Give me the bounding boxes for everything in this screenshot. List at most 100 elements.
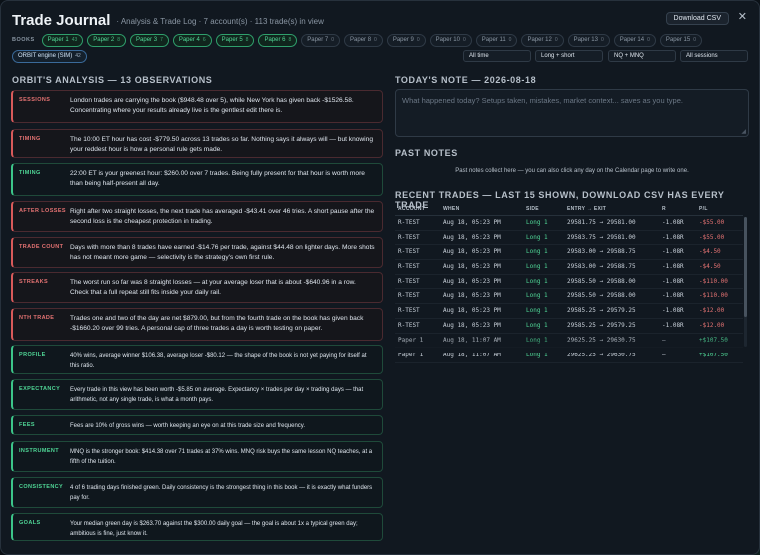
cell-entry-exit: 29585.25 → 29579.25 [567,321,636,329]
cell-when: Aug 18, 05:23 PM [443,219,501,226]
analysis-card: TRADE COUNT Days with more than 8 trades … [11,237,383,268]
analysis-heading: ORBIT'S ANALYSIS — 13 OBSERVATIONS [12,75,213,85]
analysis-card-text: Every trade in this view has been worth … [70,387,364,403]
book-pill-count: 0 [462,36,466,43]
analysis-card: PROFILE 40% wins, average winner $106.38,… [11,345,383,374]
scrollbar-thumb[interactable] [744,217,747,317]
book-pill-count: 0 [508,36,512,43]
table-row: R-TEST Aug 18, 05:23 PM Long 1 29581.75 → 2… [395,216,743,231]
cell-r: -1.08R [662,233,684,241]
book-pill-label: Paper 4 [178,36,200,43]
analysis-card-text: 40% wins, average winner $106.38, averag… [70,353,367,369]
analysis-card-text: Fees are 10% of gross wins — worth keepi… [70,423,306,429]
cell-side: Long 1 [526,248,548,256]
book-pill-1[interactable]: Paper 1 43 [41,33,84,47]
past-notes-empty-text: Past notes collect here — you can also c… [455,168,689,174]
analysis-card-label: GOALS [19,520,41,526]
book-pill-13[interactable]: Paper 13 0 [567,33,610,47]
analysis-card: AFTER LOSSES Right after two straight los… [11,201,383,232]
cell-entry-exit: 29583.75 → 29581.00 [567,233,636,241]
book-pill-list: Paper 1 43 Paper 2 8 Paper 3 7 Paper 4 6 Paper 5… [41,33,703,47]
column-header: SIDE [526,206,539,212]
page-title: Trade Journal [12,11,111,29]
past-notes-heading: PAST NOTES [395,148,458,158]
cell-when: Aug 18, 05:23 PM [443,321,501,329]
cell-account: R-TEST [398,321,420,329]
book-pill-10[interactable]: Paper 10 0 [429,33,472,47]
cell-pl: -$55.00 [699,219,725,226]
analysis-card-text: Your median green day is $263.70 against… [70,521,358,537]
analysis-card-label: INSTRUMENT [19,448,60,454]
book-pill-label: Paper 3 [136,36,158,43]
column-header: R [662,206,666,212]
book-pill-count: 0 [600,36,604,43]
analysis-card: NTH TRADE Trades one and two of the day a… [11,308,383,341]
table-header-row: ACCOUNT WHEN SIDE ENTRY → EXIT R P/L [395,204,743,216]
column-header: ACCOUNT [398,206,426,212]
book-pill-2[interactable]: Paper 28 [87,33,127,47]
instrument-filter-select[interactable]: NQ + MNQ [608,50,676,62]
book-pill-3[interactable]: Paper 37 [130,33,169,47]
cell-when: Aug 18, 05:23 PM [443,307,501,315]
table-row: R-TEST Aug 18, 05:23 PM Long 1 29585.50 → 2… [395,275,743,290]
cell-pl: -$4.50 [699,263,721,271]
table-row: R-TEST Aug 18, 05:23 PM Long 1 29583.00 → 2… [395,245,743,261]
analysis-card-text: 4 of 6 trading days finished green. Dail… [70,485,373,501]
cell-pl: -$55.00 [699,233,725,241]
session-filter-select[interactable]: All sessions [680,50,748,62]
analysis-card-text: MNQ is the stronger book: $414.38 over 7… [70,449,373,465]
book-pill-count: 0 [554,36,558,43]
close-icon[interactable]: ✕ [738,10,747,23]
book-pill-5[interactable]: Paper 58 [215,33,255,47]
table-scrollbar[interactable] [744,217,747,347]
analysis-card-label: EXPECTANCY [19,386,61,392]
book-pill-11[interactable]: Paper 11 0 [475,33,518,47]
trade-journal-modal: Trade Journal · Analysis & Trade Log · 7… [0,0,760,555]
analysis-card: SESSIONS London trades are carrying the b… [11,90,383,123]
download-csv-button[interactable]: Download CSV [665,12,729,25]
analysis-card: STREAKS The worst run so far was 8 straig… [11,272,383,303]
book-pill-count: 43 [71,36,78,43]
book-pill-count: 7 [160,36,163,43]
analysis-card-text: Right after two straight losses, the nex… [70,208,375,225]
cell-when: Aug 18, 05:23 PM [443,248,501,256]
table-row: R-TEST Aug 18, 05:23 PM Long 1 29583.00 → 2… [395,260,743,275]
cell-entry-exit: 29583.00 → 29588.75 [567,263,636,271]
side-filter-select[interactable]: Long + short [535,50,603,62]
book-pill-7[interactable]: Paper 70 [301,33,341,47]
book-pill-9[interactable]: Paper 90 [386,33,426,47]
analysis-card-label: CONSISTENCY [19,484,64,490]
column-header: P/L [699,206,708,212]
book-pill-label: Paper 7 [307,36,329,43]
todays-note-textarea[interactable]: What happened today? Setups taken, mista… [395,89,749,137]
table-row: R-TEST Aug 18, 05:23 PM Long 1 29585.25 → 2… [395,319,743,334]
book-pill-8[interactable]: Paper 80 [344,33,383,47]
book-pill-count: 0 [693,36,697,43]
note-placeholder: What happened today? Setups taken, mista… [402,96,683,105]
engine-book-pill[interactable]: ORBIT engine (SIM) 42 [12,50,87,63]
book-pill-4[interactable]: Paper 46 [172,33,212,47]
book-pill-14[interactable]: Paper 14 0 [613,33,656,47]
book-pill-count: 8 [117,36,121,43]
analysis-card-text: The 10:00 ET hour has cost -$779.50 acro… [70,136,373,153]
cell-r: -1.08R [662,307,684,315]
books-label: BOOKS [12,37,35,43]
book-pill-label: Paper 5 [221,36,243,43]
book-pill-12[interactable]: Paper 12 0 [521,33,564,47]
analysis-card: CONSISTENCY 4 of 6 trading days finished … [11,477,383,508]
analysis-card: EXPECTANCY Every trade in this view has b… [11,379,383,410]
analysis-card: FEES Fees are 10% of gross wins — worth k… [11,415,383,435]
engine-book-label: ORBIT engine (SIM) [18,53,73,59]
book-pill-count: 8 [245,36,249,43]
cell-side: Long 1 [526,277,548,285]
book-pill-label: Paper 8 [350,36,372,43]
cell-account: R-TEST [398,248,420,256]
book-pill-6[interactable]: Paper 68 [258,33,298,47]
cell-pl: -$4.50 [699,248,721,256]
resize-handle-icon[interactable]: ◢ [741,128,746,135]
engine-book-count: 42 [75,53,81,59]
cell-side: Long 1 [526,307,548,315]
book-pill-count: 0 [416,36,420,43]
time-filter-select[interactable]: All time [463,50,531,62]
book-pill-15[interactable]: Paper 15 0 [659,33,703,47]
